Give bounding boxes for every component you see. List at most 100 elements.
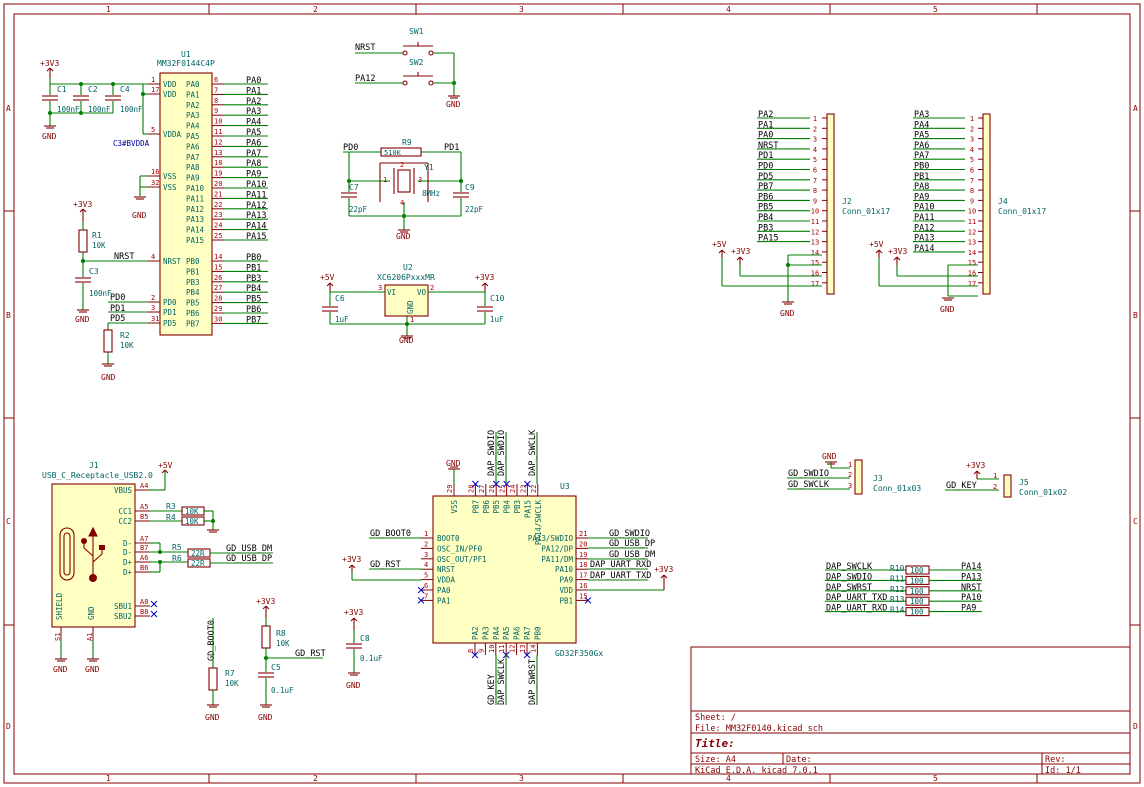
j4-pin-8: 8 [970, 187, 974, 195]
dap-val-4: 100 [910, 608, 924, 617]
j4-net-label-3: PA5 [914, 131, 929, 141]
j2-pin-4: 4 [813, 146, 817, 154]
j4-net-label-10: PA10 [914, 203, 934, 213]
u1-pinnum-11: 11 [214, 128, 222, 136]
j2-pin-6: 6 [813, 167, 817, 175]
j1-pinnum-B7: B7 [140, 544, 148, 552]
u3-bot-pin-pa3: PA3 [481, 626, 490, 640]
switches: SW1 SW2 NRST PA12 GND [355, 27, 461, 109]
u3-pin-pa1: PA1 [437, 596, 451, 605]
u3-top-swdio-1: DAP_SWDIO [487, 430, 497, 476]
j4-net-label-14: PA14 [914, 244, 934, 254]
j2-net-label-5: PD1 [758, 151, 773, 161]
u1-pin-pa10: PA10 [186, 184, 205, 193]
j2-pin-8: 8 [813, 187, 817, 195]
j1-val: USB_C_Receptacle_USB2.0 [42, 471, 153, 480]
j2-pin-3: 3 [813, 136, 817, 144]
u2-ldo: U2 XC6206PxxxMR VI VO GND 3 2 1 +5V +3V3… [320, 263, 505, 345]
j2-pin-10: 10 [811, 208, 819, 216]
u1-pinnum-28: 28 [214, 295, 222, 303]
dap-out-label-0: PA14 [961, 562, 981, 572]
col-2-bottom: 2 [313, 774, 318, 783]
row-d-right: D [1133, 722, 1138, 731]
crystal-circuit: PD0 PD1 R9 510K Y1 8MHz 1 3 2 4 C7 22pF … [341, 138, 484, 241]
u3-pinnum-16: 16 [579, 582, 587, 590]
tb-title: Title: [695, 737, 735, 750]
reset-net-label: GD_RST [295, 649, 326, 659]
c7-ref: C7 [349, 183, 359, 192]
dap-val-0: 100 [910, 566, 924, 575]
j1-pin-d+-A6: D+ [123, 558, 133, 567]
u3-pin-pa9: PA9 [559, 576, 573, 585]
u3-pin-vdda: VDDA [437, 576, 456, 585]
u1-pinnum-27: 27 [214, 284, 222, 292]
y1-pin2: 2 [400, 161, 404, 169]
row-b-right: B [1133, 311, 1138, 320]
j4-ref: J4 [998, 197, 1008, 206]
gnd-xtal: GND [396, 232, 411, 241]
u1-pin-pd1-3: PD1 [163, 308, 177, 317]
u3-pinnum-3: 3 [424, 551, 428, 559]
u1-net-label-pa11: PA11 [246, 190, 266, 200]
j1-shield: SHIELD [55, 592, 64, 620]
reset-circuit: +3V3 R8 10K GD_RST C5 0.1uF GND [256, 597, 326, 722]
u1-net-label-pa6: PA6 [246, 138, 261, 148]
u3-ref: U3 [560, 482, 570, 491]
u1-pinnum-23: 23 [214, 211, 222, 219]
u3-top-pin-pb7: PB7 [471, 500, 480, 514]
tb-sheet: Sheet: / [695, 713, 736, 723]
j5-pin1: 1 [993, 472, 997, 480]
u1-pinnum-10: 10 [214, 118, 222, 126]
pwr-3v3-vdd: +3V3 [654, 565, 673, 574]
u1-overlap-text: C3#BVDDA [113, 139, 150, 148]
j4-pin-5: 5 [970, 156, 974, 164]
pwr-3v3-r1: +3V3 [73, 200, 92, 209]
gnd-r2: GND [101, 373, 116, 382]
u1-pinnum-15: 15 [214, 263, 222, 271]
j1-pin-d+-B6: D+ [123, 568, 133, 577]
j4-pin-17: 17 [968, 280, 976, 288]
u1-pin-pb3: PB3 [186, 278, 200, 287]
u1-pinnum-18: 18 [214, 159, 222, 167]
pwr-3v3-j5: +3V3 [966, 461, 985, 470]
col-3-top: 3 [519, 5, 524, 14]
j4-pin-14: 14 [968, 249, 976, 257]
u1-net-label-pa3: PA3 [246, 107, 261, 117]
u1-nrst-label: NRST [114, 252, 134, 262]
j2-pin-7: 7 [813, 177, 817, 185]
u1-net-label-pb0: PB0 [246, 253, 261, 263]
j2-ref: J2 [842, 197, 852, 206]
u3-bot-pin-pa4: PA4 [492, 626, 501, 640]
u3-val: GD32F350Gx [555, 649, 603, 658]
c8-decoupling: +3V3 C8 0.1uF GND [344, 608, 383, 690]
pwr-3v3-r8: +3V3 [256, 597, 275, 606]
u3-rxd-label: DAP_UART_RXD [590, 560, 651, 570]
u1-net-label-pa5: PA5 [246, 128, 261, 138]
u1-pinnum-29: 29 [214, 305, 222, 313]
u1-pinnum-17: 17 [151, 86, 159, 94]
u3-pin-pa11-dm: PA11/DM [541, 555, 573, 564]
u1-pinnum-19: 19 [214, 170, 222, 178]
u3-bot-pinnum-10: 10 [488, 645, 496, 653]
j2-header: 1 PA2 2 PA1 3 PA0 4 NRST 5 PD1 6 PD0 7 PD5 8 PB7 9 PB6 10 P… [712, 110, 890, 318]
j2-val: Conn_01x17 [842, 207, 890, 216]
u3-bot-pinnum-11: 11 [498, 645, 506, 653]
u1-pd0-label: PD0 [110, 293, 125, 303]
tb-rev: Rev: [1045, 755, 1065, 765]
pwr-5v-u2: +5V [320, 273, 335, 282]
j4-pin-13: 13 [968, 239, 976, 247]
dap-out-label-2: NRST [961, 583, 981, 593]
j3-swd-header: GND GD_SWDIO GD_SWCLK 1 2 3 J3 Conn_01x0… [787, 452, 921, 495]
u3-pinnum-17: 17 [579, 572, 587, 580]
j1-gnd: GND [87, 606, 96, 620]
u1-ref: U1 [181, 50, 191, 59]
c8-ref: C8 [360, 634, 370, 643]
r1-val: 10K [92, 241, 106, 250]
r5-val: 22R [191, 549, 205, 558]
u3-pin-pa10: PA10 [555, 565, 574, 574]
c3-ref: C3 [89, 267, 99, 276]
j1-pinnum-B8: B8 [140, 608, 148, 616]
j3-val: Conn_01x03 [873, 484, 921, 493]
u1-pinnum-21: 21 [214, 190, 222, 198]
dap-out-label-4: PA9 [961, 604, 976, 614]
